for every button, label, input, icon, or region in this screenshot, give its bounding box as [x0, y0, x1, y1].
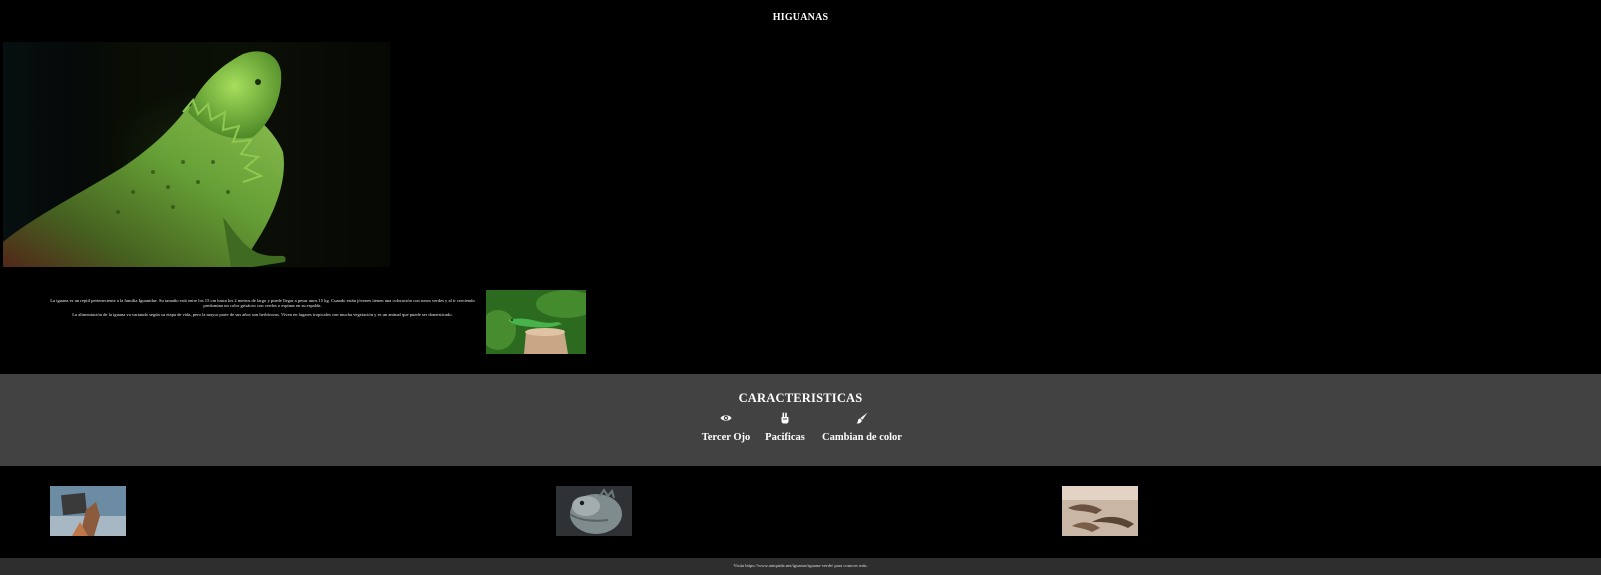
- feature-third-eye: Tercer Ojo: [698, 412, 754, 443]
- paintbrush-icon: [856, 412, 868, 424]
- feature-peaceful: Pacificas: [760, 412, 810, 443]
- feature-change-color: Cambian de color: [818, 412, 906, 443]
- gallery-image-1: [50, 486, 126, 536]
- features-title: CARACTERISTICAS: [738, 391, 863, 405]
- intro-text: La iguana es un reptil perteneciente a l…: [50, 298, 475, 320]
- gallery-image-2: [556, 486, 632, 536]
- eye-icon: [720, 415, 732, 421]
- features-section: CARACTERISTICAS Tercer Ojo Pacificas Cam…: [0, 374, 1601, 466]
- peace-hand-icon: [781, 412, 789, 424]
- feature-label: Cambian de color: [822, 432, 902, 443]
- feature-label: Pacificas: [765, 432, 805, 443]
- page: HIGUANAS La iguana es un reptil pertenec…: [0, 0, 1601, 575]
- hero-image: [3, 42, 390, 267]
- intro-paragraph-1: La iguana es un reptil perteneciente a l…: [50, 298, 475, 309]
- footer: Visita https://www.aniquida.net/iguanas/…: [0, 558, 1601, 575]
- feature-label: Tercer Ojo: [701, 432, 751, 443]
- page-title: HIGUANAS: [772, 12, 829, 23]
- intro-paragraph-2: La alimentación de la iguana va variando…: [72, 311, 453, 317]
- gallery-image-3: [1062, 486, 1138, 536]
- side-image: [486, 290, 586, 354]
- footer-text: Visita https://www.aniquida.net/iguanas/…: [733, 563, 868, 568]
